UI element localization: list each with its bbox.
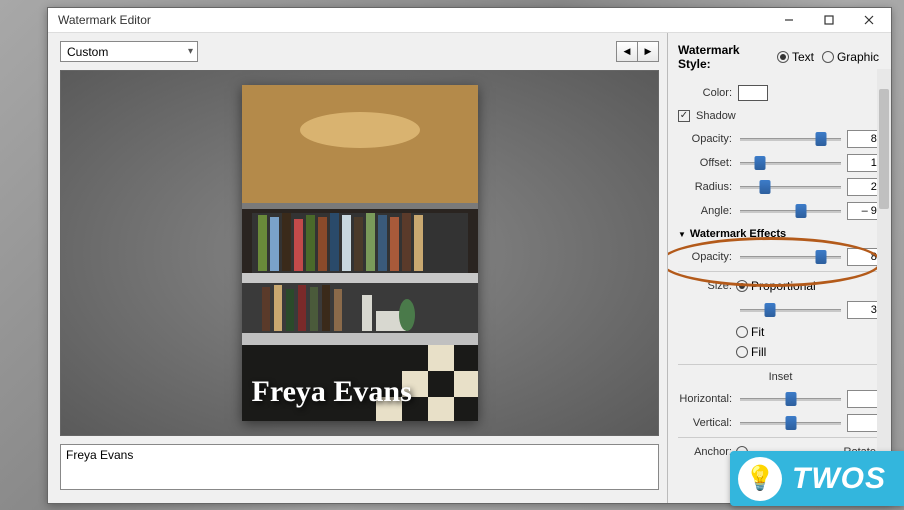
style-text-radio[interactable]: Text <box>777 50 814 64</box>
prev-button[interactable]: ◀ <box>616 41 638 62</box>
radio-icon <box>822 51 834 63</box>
lightbulb-icon: 💡 <box>738 457 782 501</box>
preset-dropdown[interactable]: Custom ▾ <box>60 41 198 62</box>
next-button[interactable]: ▶ <box>637 41 659 62</box>
triangle-right-icon: ▶ <box>645 46 652 57</box>
shadow-label: Shadow <box>696 110 736 122</box>
watermark-overlay: Freya Evans <box>252 375 412 409</box>
window-title: Watermark Editor <box>50 13 769 27</box>
size-fill-radio[interactable]: Fill <box>736 345 766 359</box>
shadow-radius-label: Radius: <box>678 181 736 193</box>
size-fit-radio[interactable]: Fit <box>736 325 764 339</box>
color-label: Color: <box>678 87 736 99</box>
preview-photo: Freya Evans <box>242 85 478 421</box>
size-slider[interactable] <box>740 303 841 317</box>
preset-dropdown-value: Custom <box>67 45 108 59</box>
watermark-editor-dialog: Watermark Editor Custom ▾ ◀ ▶ <box>47 7 892 504</box>
inset-vertical-label: Vertical: <box>678 417 736 429</box>
twos-badge-text: TWOS <box>792 462 886 496</box>
radio-icon <box>777 51 789 63</box>
size-label: Size: <box>678 280 736 292</box>
chevron-down-icon: ▾ <box>188 46 193 57</box>
shadow-opacity-slider[interactable] <box>740 132 841 146</box>
shadow-opacity-label: Opacity: <box>678 133 736 145</box>
effects-opacity-slider[interactable] <box>740 250 841 264</box>
effects-header[interactable]: ▼ Watermark Effects <box>678 225 887 243</box>
watermark-style-label: Watermark Style: <box>678 43 771 71</box>
inset-horizontal-slider[interactable] <box>740 392 841 406</box>
shadow-angle-label: Angle: <box>678 205 736 217</box>
shadow-angle-slider[interactable] <box>740 204 841 218</box>
minimize-button[interactable] <box>769 8 809 32</box>
inset-vertical-slider[interactable] <box>740 416 841 430</box>
effects-opacity-label: Opacity: <box>678 251 736 263</box>
radio-icon <box>736 326 748 338</box>
radio-icon <box>736 280 748 292</box>
settings-pane: Watermark Style: Text Graphic Color: ✓ S… <box>667 33 891 503</box>
inset-label: Inset <box>678 371 887 383</box>
triangle-down-icon: ▼ <box>678 230 686 239</box>
shadow-checkbox[interactable]: ✓ <box>678 110 690 122</box>
maximize-button[interactable] <box>809 8 849 32</box>
color-swatch[interactable] <box>738 85 768 101</box>
preview-area: Freya Evans <box>60 70 659 436</box>
watermark-text-input[interactable]: Freya Evans <box>60 444 659 490</box>
scrollbar-thumb[interactable] <box>879 89 889 209</box>
close-button[interactable] <box>849 8 889 32</box>
titlebar: Watermark Editor <box>48 8 891 33</box>
shadow-offset-label: Offset: <box>678 157 736 169</box>
left-pane: Custom ▾ ◀ ▶ <box>48 33 667 503</box>
twos-badge: 💡 TWOS <box>730 451 904 506</box>
radio-icon <box>736 346 748 358</box>
shadow-radius-slider[interactable] <box>740 180 841 194</box>
triangle-left-icon: ◀ <box>624 46 631 57</box>
shadow-offset-slider[interactable] <box>740 156 841 170</box>
settings-scrollbar[interactable] <box>877 69 891 495</box>
inset-horizontal-label: Horizontal: <box>678 393 736 405</box>
anchor-label: Anchor: <box>678 446 736 458</box>
style-graphic-radio[interactable]: Graphic <box>822 50 879 64</box>
size-proportional-radio[interactable]: Proportional <box>736 279 816 293</box>
